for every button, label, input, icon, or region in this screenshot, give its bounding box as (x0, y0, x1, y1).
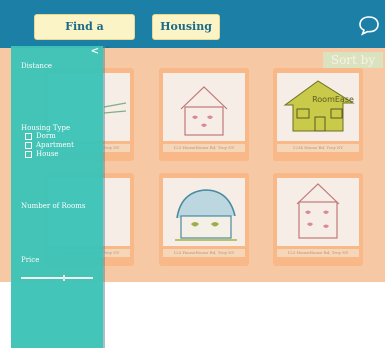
listing-card[interactable]: 123 HouseHouse Rd, Troy NY (159, 173, 249, 266)
housing-button[interactable]: Housing (152, 14, 220, 40)
rooms-label: Number of Rooms (21, 202, 86, 210)
option-label: Apartment (36, 141, 74, 149)
listing-card[interactable]: 123 HouseHouse Rd, Troy NY (273, 173, 363, 266)
filter-sidebar: < Distance Housing Type Dorm Apartment H… (11, 46, 103, 348)
listing-address: 123 HouseHouse Rd, Troy NY (277, 249, 359, 257)
listing-photo: RoomEase (277, 73, 359, 141)
housing-option-house[interactable]: House (25, 150, 59, 158)
listing-address: 123 HouseHouse Rd, Troy NY (163, 249, 245, 257)
listing-card[interactable]: RoomEase 1234 House Rd, Troy NY (273, 68, 363, 161)
price-slider[interactable] (21, 275, 93, 281)
option-label: House (36, 150, 59, 158)
sort-by-button[interactable]: Sort by (323, 52, 383, 68)
listing-address: 1234 House Rd, Troy NY (277, 144, 359, 152)
listing-card[interactable]: 123 HouseHouse Rd, Troy NY (159, 68, 249, 161)
sidebar-edge (103, 46, 105, 348)
top-bar: Find a Roommate Housing (0, 0, 385, 57)
find-roommate-button[interactable]: Find a Roommate (34, 14, 135, 57)
price-slider-handle[interactable] (63, 275, 65, 281)
roomease-sign: RoomEase (312, 95, 354, 104)
distance-label: Distance (21, 62, 53, 70)
listing-photo (277, 178, 359, 246)
collapse-sidebar-button[interactable]: < (91, 46, 99, 57)
checkbox[interactable] (25, 141, 32, 149)
chat-bubble-icon[interactable] (357, 13, 381, 37)
listing-photo (163, 73, 245, 141)
listing-photo (163, 178, 245, 246)
checkbox[interactable] (25, 150, 32, 158)
housing-option-apartment[interactable]: Apartment (25, 141, 74, 149)
housing-option-dorm[interactable]: Dorm (25, 132, 56, 140)
listing-address: 123 HouseHouse Rd, Troy NY (163, 144, 245, 152)
price-label: Price (21, 256, 40, 264)
housing-type-label: Housing Type (21, 124, 71, 132)
option-label: Dorm (36, 132, 56, 140)
checkbox[interactable] (25, 132, 32, 140)
